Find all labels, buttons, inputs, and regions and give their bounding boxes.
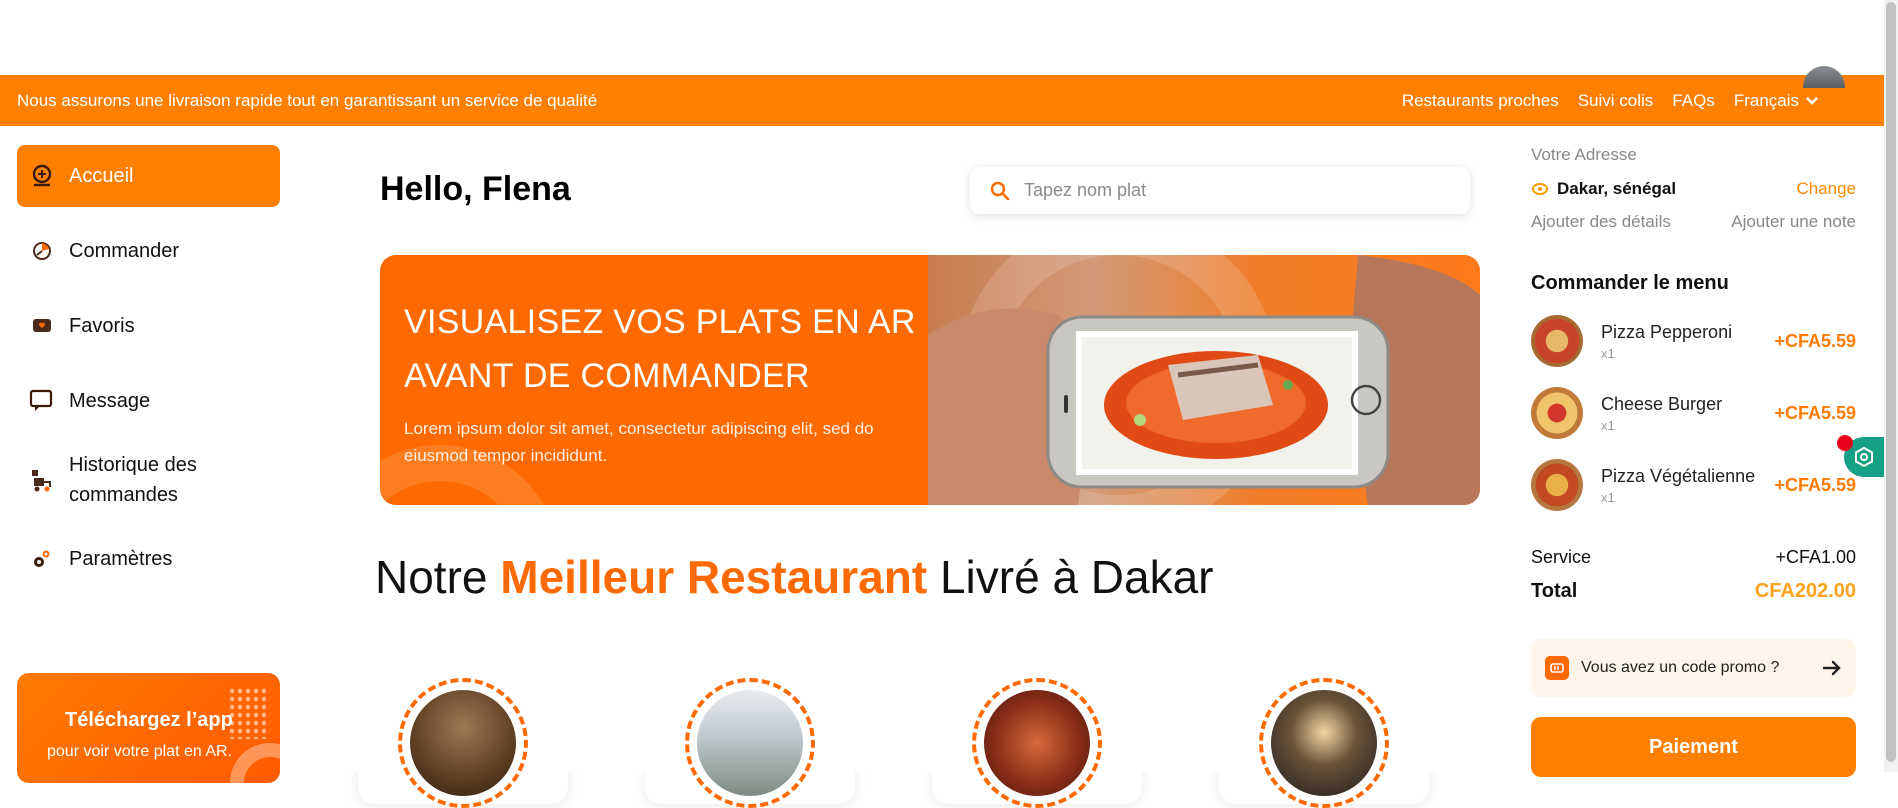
address-label: Votre Adresse bbox=[1531, 145, 1637, 164]
pizza-vegetalienne-image bbox=[1531, 459, 1583, 511]
search-input[interactable] bbox=[1024, 180, 1444, 201]
promo-tag-icon bbox=[1545, 656, 1569, 680]
sidebar-item-label: Paramètres bbox=[69, 547, 173, 570]
add-note-link[interactable]: Ajouter une note bbox=[1731, 212, 1856, 232]
language-selector[interactable]: Français bbox=[1734, 91, 1819, 111]
notification-dot bbox=[1837, 435, 1853, 451]
banner-title: VISUALISEZ VOS PLATS EN AR AVANT DE COMM… bbox=[404, 303, 916, 395]
service-label: Service bbox=[1531, 547, 1592, 567]
cheese-burger-image bbox=[1531, 387, 1583, 439]
headline-part1: Notre bbox=[375, 551, 488, 603]
item-price: +CFA5.59 bbox=[1774, 402, 1856, 423]
search-bar[interactable] bbox=[970, 167, 1470, 214]
app-card-subtitle: pour voir votre plat en AR. bbox=[47, 743, 232, 760]
address-actions: Ajouter des détails Ajouter une note bbox=[1531, 212, 1856, 232]
hexagon-icon bbox=[1855, 446, 1873, 468]
circle-decoration bbox=[230, 743, 280, 783]
item-name: Cheese Burger bbox=[1601, 393, 1723, 414]
item-price: +CFA5.59 bbox=[1774, 330, 1856, 351]
order-item[interactable]: Pizza Pepperoni x1 +CFA5.59 bbox=[1531, 315, 1856, 367]
order-panel: Votre Adresse Dakar, sénégal Change Ajou… bbox=[1531, 145, 1856, 777]
address-row: Dakar, sénégal Change bbox=[1531, 179, 1856, 199]
restaurant-card[interactable] bbox=[358, 678, 568, 808]
sidebar-item-label: Historique des commandes bbox=[69, 454, 197, 506]
sidebar: Accueil Commander Favoris Message Histor… bbox=[17, 145, 280, 603]
tagline: Nous assurons une livraison rapide tout … bbox=[17, 90, 598, 110]
sidebar-item-accueil[interactable]: Accueil bbox=[17, 145, 280, 207]
arrow-right-icon bbox=[1822, 660, 1841, 676]
restaurant-card[interactable] bbox=[932, 678, 1142, 808]
total-row: Total CFA202.00 bbox=[1531, 580, 1856, 603]
headline-part2: Livré à Dakar bbox=[939, 551, 1214, 603]
item-qty: x1 bbox=[1601, 345, 1615, 361]
total-value: CFA202.00 bbox=[1754, 580, 1856, 602]
restaurant-image bbox=[410, 690, 516, 796]
scrollbar-thumb[interactable] bbox=[1886, 2, 1896, 762]
order-item[interactable]: Cheese Burger x1 +CFA5.59 bbox=[1531, 387, 1856, 439]
app-card-title: Téléchargez l’app bbox=[65, 709, 233, 731]
greeting: Hello, Flena bbox=[380, 170, 571, 208]
dots-decoration bbox=[228, 687, 270, 739]
location-icon bbox=[1532, 183, 1548, 195]
avatar[interactable] bbox=[1803, 66, 1845, 88]
sidebar-item-favoris[interactable]: Favoris bbox=[17, 295, 280, 357]
link-tracking[interactable]: Suivi colis bbox=[1578, 91, 1654, 111]
top-links: Restaurants proches Suivi colis FAQs Fra… bbox=[1402, 91, 1819, 111]
home-icon bbox=[29, 163, 55, 189]
headline-highlight: Meilleur Restaurant bbox=[500, 551, 928, 603]
change-address-button[interactable]: Change bbox=[1796, 179, 1856, 199]
sidebar-item-label: Message bbox=[69, 389, 151, 412]
item-name: Pizza Pepperoni bbox=[1601, 321, 1733, 342]
order-title: Commander le menu bbox=[1531, 272, 1729, 294]
order-item[interactable]: Pizza Végétalienne x1 +CFA5.59 bbox=[1531, 459, 1856, 511]
download-app-card[interactable]: Téléchargez l’app pour voir votre plat e… bbox=[17, 673, 280, 783]
address: Dakar, sénégal bbox=[1531, 179, 1676, 199]
banner-phone-image bbox=[928, 255, 1480, 505]
sidebar-item-parametres[interactable]: Paramètres bbox=[17, 528, 280, 590]
banner-text: Lorem ipsum dolor sit amet, consectetur … bbox=[404, 419, 874, 465]
restaurant-card[interactable] bbox=[645, 678, 855, 808]
language-label: Français bbox=[1733, 90, 1799, 110]
order-icon bbox=[29, 238, 55, 264]
item-name: Pizza Végétalienne bbox=[1601, 465, 1756, 486]
pizza-pepperoni-image bbox=[1531, 315, 1583, 367]
search-icon bbox=[990, 181, 1010, 200]
sidebar-item-message[interactable]: Message bbox=[17, 370, 280, 432]
address-value: Dakar, sénégal bbox=[1557, 179, 1677, 198]
service-row: Service +CFA1.00 bbox=[1531, 547, 1856, 568]
sidebar-item-label: Favoris bbox=[69, 314, 135, 337]
sidebar-item-historique[interactable]: Historique des commandes bbox=[17, 445, 280, 515]
scrollbar[interactable] bbox=[1884, 0, 1898, 772]
restaurant-card[interactable] bbox=[1219, 678, 1429, 808]
link-faqs[interactable]: FAQs bbox=[1672, 91, 1715, 111]
restaurant-image bbox=[697, 690, 803, 796]
history-icon bbox=[29, 467, 55, 493]
restaurant-image bbox=[1271, 690, 1377, 796]
sidebar-item-commander[interactable]: Commander bbox=[17, 220, 280, 282]
item-price: +CFA5.59 bbox=[1774, 474, 1856, 495]
sidebar-item-label: Accueil bbox=[69, 164, 134, 187]
restaurant-image bbox=[984, 690, 1090, 796]
item-qty: x1 bbox=[1601, 489, 1615, 505]
chevron-down-icon bbox=[1806, 96, 1818, 105]
settings-icon bbox=[29, 546, 55, 572]
sidebar-item-label: Commander bbox=[69, 239, 180, 262]
top-bar: Nous assurons une livraison rapide tout … bbox=[0, 75, 1884, 126]
add-details-link[interactable]: Ajouter des détails bbox=[1531, 212, 1671, 232]
section-headline: Notre Meilleur Restaurant Livré à Dakar bbox=[375, 550, 1214, 604]
item-qty: x1 bbox=[1601, 417, 1615, 433]
payment-button[interactable]: Paiement bbox=[1531, 717, 1856, 777]
link-nearby-restaurants[interactable]: Restaurants proches bbox=[1402, 91, 1559, 111]
favorites-icon bbox=[29, 313, 55, 339]
promo-text: Vous avez un code promo ? bbox=[1581, 659, 1780, 676]
promo-code-button[interactable]: Vous avez un code promo ? bbox=[1531, 639, 1856, 697]
ar-banner[interactable]: VISUALISEZ VOS PLATS EN AR AVANT DE COMM… bbox=[380, 255, 1480, 505]
message-icon bbox=[29, 388, 55, 414]
service-value: +CFA1.00 bbox=[1775, 547, 1856, 567]
total-label: Total bbox=[1531, 580, 1578, 602]
